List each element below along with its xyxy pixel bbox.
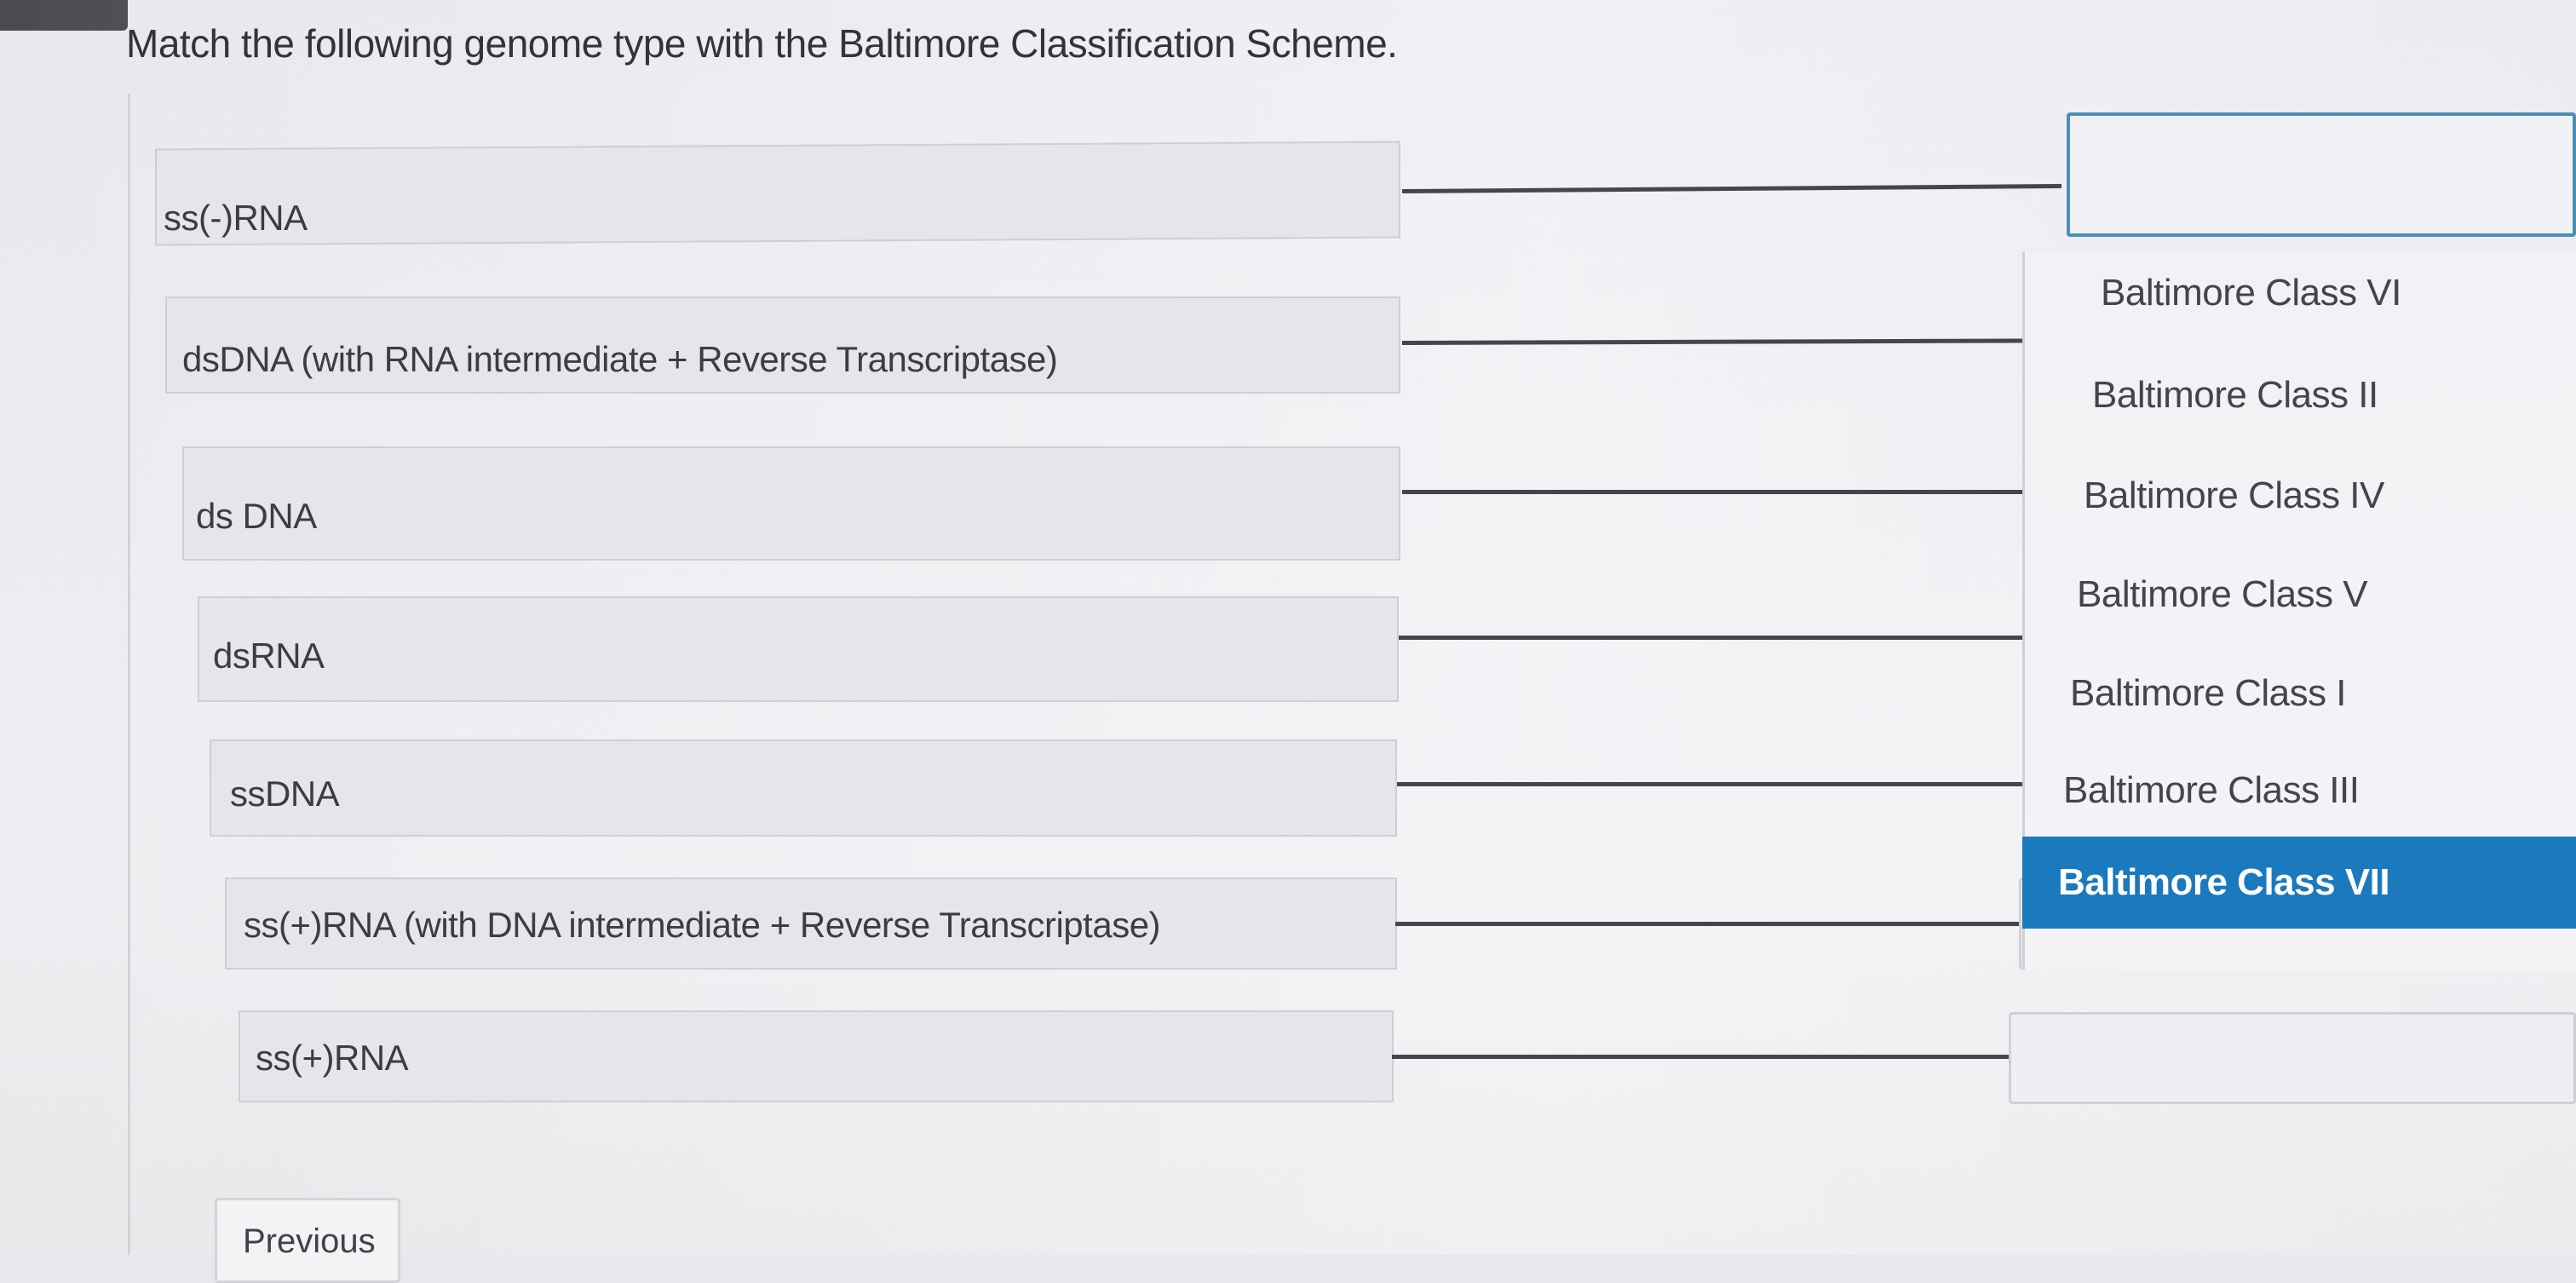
connector-line-4 xyxy=(1399,636,2044,640)
prompt-label-7: ss(+)RNA xyxy=(256,1038,409,1078)
prompt-label-3: ds DNA xyxy=(196,496,317,536)
prompt-box-1 xyxy=(155,141,1400,246)
prompt-label-1: ss(-)RNA xyxy=(164,198,308,238)
drop-target-1[interactable] xyxy=(2067,112,2576,237)
question-instruction: Match the following genome type with the… xyxy=(126,21,1398,66)
connector-line-7 xyxy=(1392,1055,2012,1059)
connector-line-5 xyxy=(1397,782,2031,786)
prompt-label-5: ssDNA xyxy=(230,774,340,814)
option-class-vi[interactable]: Baltimore Class VI xyxy=(2065,252,2576,334)
prompt-box-3 xyxy=(182,446,1400,561)
prompt-label-4: dsRNA xyxy=(213,636,325,676)
option-class-iii[interactable]: Baltimore Class III xyxy=(2027,750,2576,831)
prompt-box-5 xyxy=(210,739,1397,837)
drop-target-7[interactable] xyxy=(2009,1012,2576,1104)
option-class-i[interactable]: Baltimore Class I xyxy=(2034,653,2576,734)
previous-button[interactable]: Previous xyxy=(215,1198,400,1283)
connector-line-3 xyxy=(1402,490,2056,494)
left-divider xyxy=(128,94,130,1255)
option-class-vii-selected[interactable]: Baltimore Class VII xyxy=(2022,837,2576,929)
prompt-box-4 xyxy=(198,596,1399,702)
option-class-iv[interactable]: Baltimore Class IV xyxy=(2048,455,2576,537)
connector-line-6 xyxy=(1395,922,2022,926)
prompt-label-2: dsDNA (with RNA intermediate + Reverse T… xyxy=(182,339,1058,379)
option-class-ii[interactable]: Baltimore Class II xyxy=(2056,354,2576,436)
prompt-label-6: ss(+)RNA (with DNA intermediate + Revers… xyxy=(244,905,1161,945)
option-class-v[interactable]: Baltimore Class V xyxy=(2041,554,2576,636)
prompt-box-7 xyxy=(239,1010,1394,1102)
